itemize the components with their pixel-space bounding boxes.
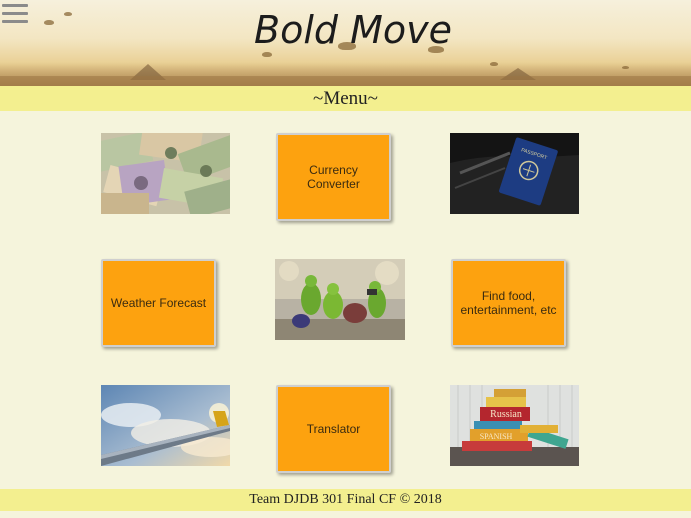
book-label: SPANISH [480, 432, 513, 441]
translator-label: Translator [306, 422, 361, 436]
dictionary-books-photo: Russian SPANISH [450, 385, 579, 466]
balloon-icon [64, 12, 72, 16]
find-food-entertainment-label: Find food, entertainment, etc [460, 289, 557, 317]
menu-icon[interactable] [2, 4, 28, 23]
passport-photo: PASSPORT [450, 133, 579, 214]
find-food-entertainment-button[interactable]: Find food, entertainment, etc [451, 259, 566, 347]
ground-strip [0, 76, 691, 86]
header-banner: Bold Move [0, 0, 691, 86]
balloon-icon [44, 20, 54, 25]
footer: Team DJDB 301 Final CF © 2018 [0, 489, 691, 511]
currency-converter-button[interactable]: Currency Converter [276, 133, 391, 221]
frog-figurines-photo [275, 259, 405, 340]
balloon-icon [262, 52, 272, 57]
money-photo [101, 133, 230, 214]
menu-heading: ~Menu~ [0, 86, 691, 111]
book-label: Russian [490, 409, 522, 420]
airplane-wing-photo [101, 385, 230, 466]
weather-forecast-label: Weather Forecast [110, 296, 207, 310]
weather-forecast-button[interactable]: Weather Forecast [101, 259, 216, 347]
translator-button[interactable]: Translator [276, 385, 391, 473]
currency-converter-label: Currency Converter [307, 163, 360, 191]
page-title: Bold Move [254, 8, 452, 52]
